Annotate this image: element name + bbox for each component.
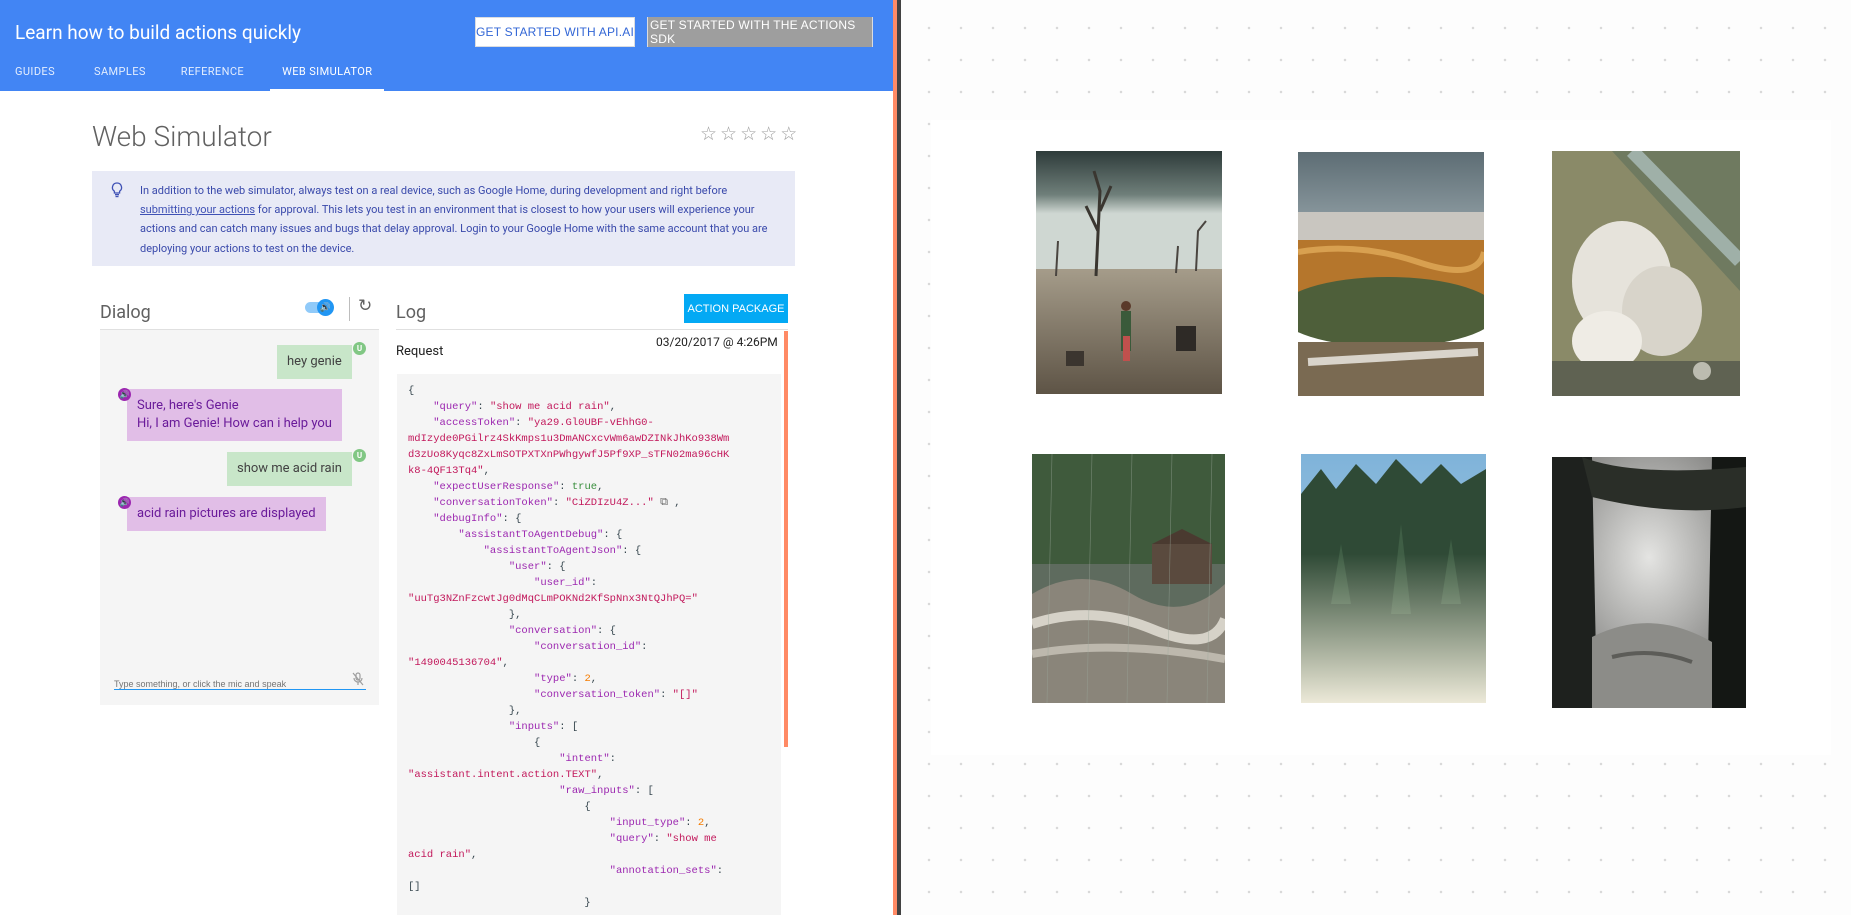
bot-message: acid rain pictures are displayed [127, 497, 326, 531]
photo-factory-smoke[interactable] [1552, 151, 1740, 396]
json-conversation-token: CiZDIzU4Z... [571, 497, 648, 509]
nav-tabs: GUIDES SAMPLES REFERENCE WEB SIMULATOR [0, 60, 385, 91]
dialog-title: Dialog [100, 302, 151, 323]
json-user-id: uuTg3NZnFzcwtJg0dMqCLmPOKNd2KfSpNnx3NtQJ… [414, 593, 692, 605]
audio-toggle[interactable]: 🔊 [305, 299, 334, 316]
tab-guides[interactable]: GUIDES [15, 60, 55, 91]
bot-speaker-icon: 🔊 [118, 496, 131, 509]
bot-message: Sure, here's Genie Hi, I am Genie! How c… [127, 389, 342, 441]
star-icon[interactable]: ☆ [720, 122, 737, 145]
dialog-input[interactable] [114, 676, 339, 692]
json-intent: assistant.intent.action.TEXT [414, 769, 591, 781]
user-badge: U [353, 342, 366, 355]
dialog-body: hey genie U Sure, here's Genie Hi, I am … [100, 330, 379, 705]
log-scrollbar[interactable] [784, 331, 788, 747]
json-input-type: 2 [697, 817, 705, 829]
photo-polluted-water[interactable] [1298, 152, 1484, 396]
dialog-input-wrap [114, 672, 366, 692]
rating-stars[interactable]: ☆ ☆ ☆ ☆ ☆ [700, 122, 797, 145]
json-query: show me acid rain [496, 401, 604, 413]
display-pane [901, 0, 1851, 915]
star-icon[interactable]: ☆ [700, 122, 717, 145]
user-message: show me acid rain [227, 452, 352, 486]
info-note: In addition to the web simulator, always… [92, 171, 795, 266]
request-json: { "query": "show me acid rain", "accessT… [397, 374, 781, 915]
log-separator [396, 329, 788, 330]
tab-reference[interactable]: REFERENCE [181, 60, 244, 91]
note-text-before: In addition to the web simulator, always… [140, 184, 728, 197]
get-started-sdk-button[interactable]: GET STARTED WITH THE ACTIONS SDK [647, 17, 873, 47]
bot-speaker-icon: 🔊 [118, 388, 131, 401]
photo-dead-forest[interactable] [1036, 151, 1222, 394]
star-icon[interactable]: ☆ [780, 122, 797, 145]
submitting-actions-link[interactable]: submitting your actions [140, 203, 255, 216]
user-badge: U [353, 449, 366, 462]
lightbulb-icon [111, 182, 123, 204]
top-header: Learn how to build actions quickly GET S… [0, 0, 893, 91]
json-conversation-id: 1490045136704 [414, 657, 497, 669]
action-package-button[interactable]: ACTION PACKAGE [684, 294, 788, 323]
log-title: Log [396, 302, 427, 323]
photo-gallery [931, 120, 1831, 755]
star-icon[interactable]: ☆ [740, 122, 757, 145]
tab-samples[interactable]: SAMPLES [94, 60, 146, 91]
user-message: hey genie [277, 345, 352, 379]
request-timestamp: 03/20/2017 @ 4:26PM [656, 335, 778, 349]
simulator-pane: Learn how to build actions quickly GET S… [0, 0, 893, 915]
json-conv-token: [] [678, 689, 692, 701]
dialog-divider [349, 297, 350, 321]
speaker-icon: 🔊 [317, 299, 334, 316]
json-annotation-sets: [] [408, 881, 421, 893]
photo-storm-river[interactable] [1032, 454, 1225, 703]
get-started-apiai-button[interactable]: GET STARTED WITH API.AI [475, 17, 635, 47]
photo-fog-valley[interactable] [1552, 457, 1746, 708]
star-icon[interactable]: ☆ [760, 122, 777, 145]
get-started-sdk-label: GET STARTED WITH THE ACTIONS SDK [648, 17, 872, 47]
copy-icon[interactable]: ⧉ [660, 497, 668, 509]
page-title: Web Simulator [92, 120, 272, 153]
json-type: 2 [584, 673, 591, 685]
refresh-icon[interactable]: ↻ [358, 296, 372, 316]
photo-misty-forest[interactable] [1301, 454, 1486, 703]
request-label: Request [396, 344, 444, 359]
mic-off-icon[interactable] [352, 672, 364, 689]
header-title: Learn how to build actions quickly [15, 21, 302, 44]
tab-web-simulator[interactable]: WEB SIMULATOR [270, 60, 385, 91]
